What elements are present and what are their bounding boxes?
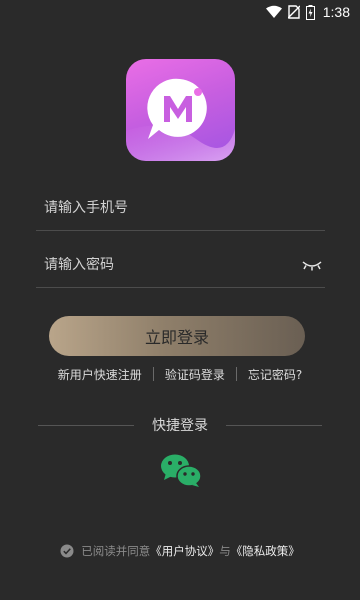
password-input[interactable] <box>36 256 301 273</box>
agreement-checkbox-icon[interactable] <box>60 544 74 558</box>
eye-closed-icon[interactable] <box>301 258 323 272</box>
status-time: 1:38 <box>322 4 350 20</box>
code-login-link[interactable]: 验证码登录 <box>165 366 225 383</box>
phone-field <box>36 185 325 231</box>
login-button[interactable]: 立即登录 <box>49 316 305 356</box>
register-link[interactable]: 新用户快速注册 <box>58 366 142 383</box>
chat-bubble-logo-icon <box>126 78 235 161</box>
link-divider <box>152 367 154 381</box>
forgot-password-link[interactable]: 忘记密码? <box>248 366 302 383</box>
wechat-icon[interactable] <box>160 452 202 488</box>
quick-login-label: 快捷登录 <box>152 418 208 434</box>
agreement-row: 已阅读并同意 《用户协议》 与 《隐私政策》 <box>0 542 360 560</box>
link-divider <box>235 367 237 381</box>
privacy-policy-link[interactable]: 《隐私政策》 <box>231 543 300 559</box>
user-agreement-link[interactable]: 《用户协议》 <box>150 543 219 559</box>
status-bar: 1:38 <box>0 0 360 24</box>
quick-login-divider: 快捷登录 <box>38 415 322 435</box>
account-links: 新用户快速注册 验证码登录 忘记密码? <box>0 365 360 383</box>
agreement-prefix: 已阅读并同意 <box>81 544 151 558</box>
divider-line <box>38 424 134 426</box>
divider-line <box>226 424 322 426</box>
app-logo <box>126 59 235 161</box>
password-field <box>36 242 325 288</box>
agreement-conjunction: 与 <box>219 544 231 558</box>
no-sim-icon <box>287 5 300 19</box>
wifi-icon <box>265 5 282 18</box>
battery-charging-icon <box>305 4 315 20</box>
phone-input[interactable] <box>36 199 325 216</box>
